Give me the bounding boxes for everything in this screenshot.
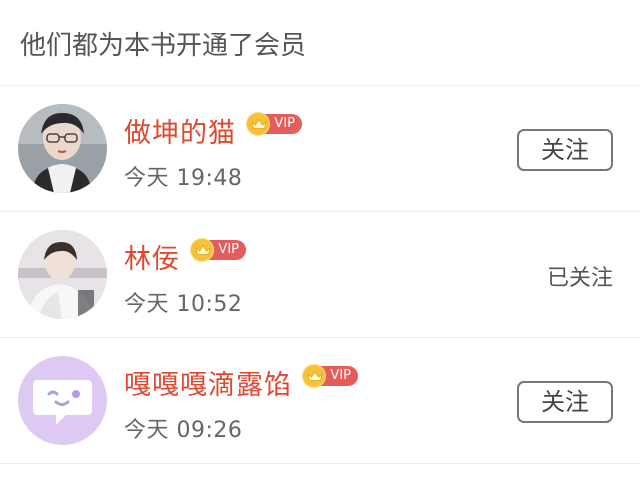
member-row[interactable]: 林佞 VIP 今天 10:52 已关注 bbox=[0, 212, 640, 338]
follow-button[interactable]: 关注 bbox=[517, 381, 613, 423]
username[interactable]: 做坤的猫 bbox=[124, 111, 236, 150]
username[interactable]: 嘎嘎嘎滴露馅 bbox=[124, 363, 292, 402]
crown-icon bbox=[190, 238, 214, 262]
avatar[interactable] bbox=[18, 356, 107, 445]
timestamp: 今天 19:48 bbox=[124, 166, 243, 191]
member-row[interactable]: 嘎嘎嘎滴露馅 VIP 今天 09:26 关注 bbox=[0, 338, 640, 464]
page-title: 他们都为本书开通了会员 bbox=[0, 0, 640, 86]
crown-icon bbox=[246, 112, 270, 136]
member-row[interactable]: 做坤的猫 VIP 今天 19:48 关注 bbox=[0, 86, 640, 212]
timestamp: 今天 10:52 bbox=[124, 292, 243, 317]
avatar[interactable] bbox=[18, 230, 107, 319]
vip-badge: VIP bbox=[302, 364, 360, 388]
username[interactable]: 林佞 bbox=[124, 237, 180, 276]
avatar[interactable] bbox=[18, 104, 107, 193]
follow-button[interactable]: 关注 bbox=[517, 129, 613, 171]
vip-badge: VIP bbox=[190, 238, 248, 262]
followed-status[interactable]: 已关注 bbox=[547, 260, 613, 292]
vip-badge: VIP bbox=[246, 112, 304, 136]
crown-icon bbox=[302, 364, 326, 388]
timestamp: 今天 09:26 bbox=[124, 418, 243, 443]
